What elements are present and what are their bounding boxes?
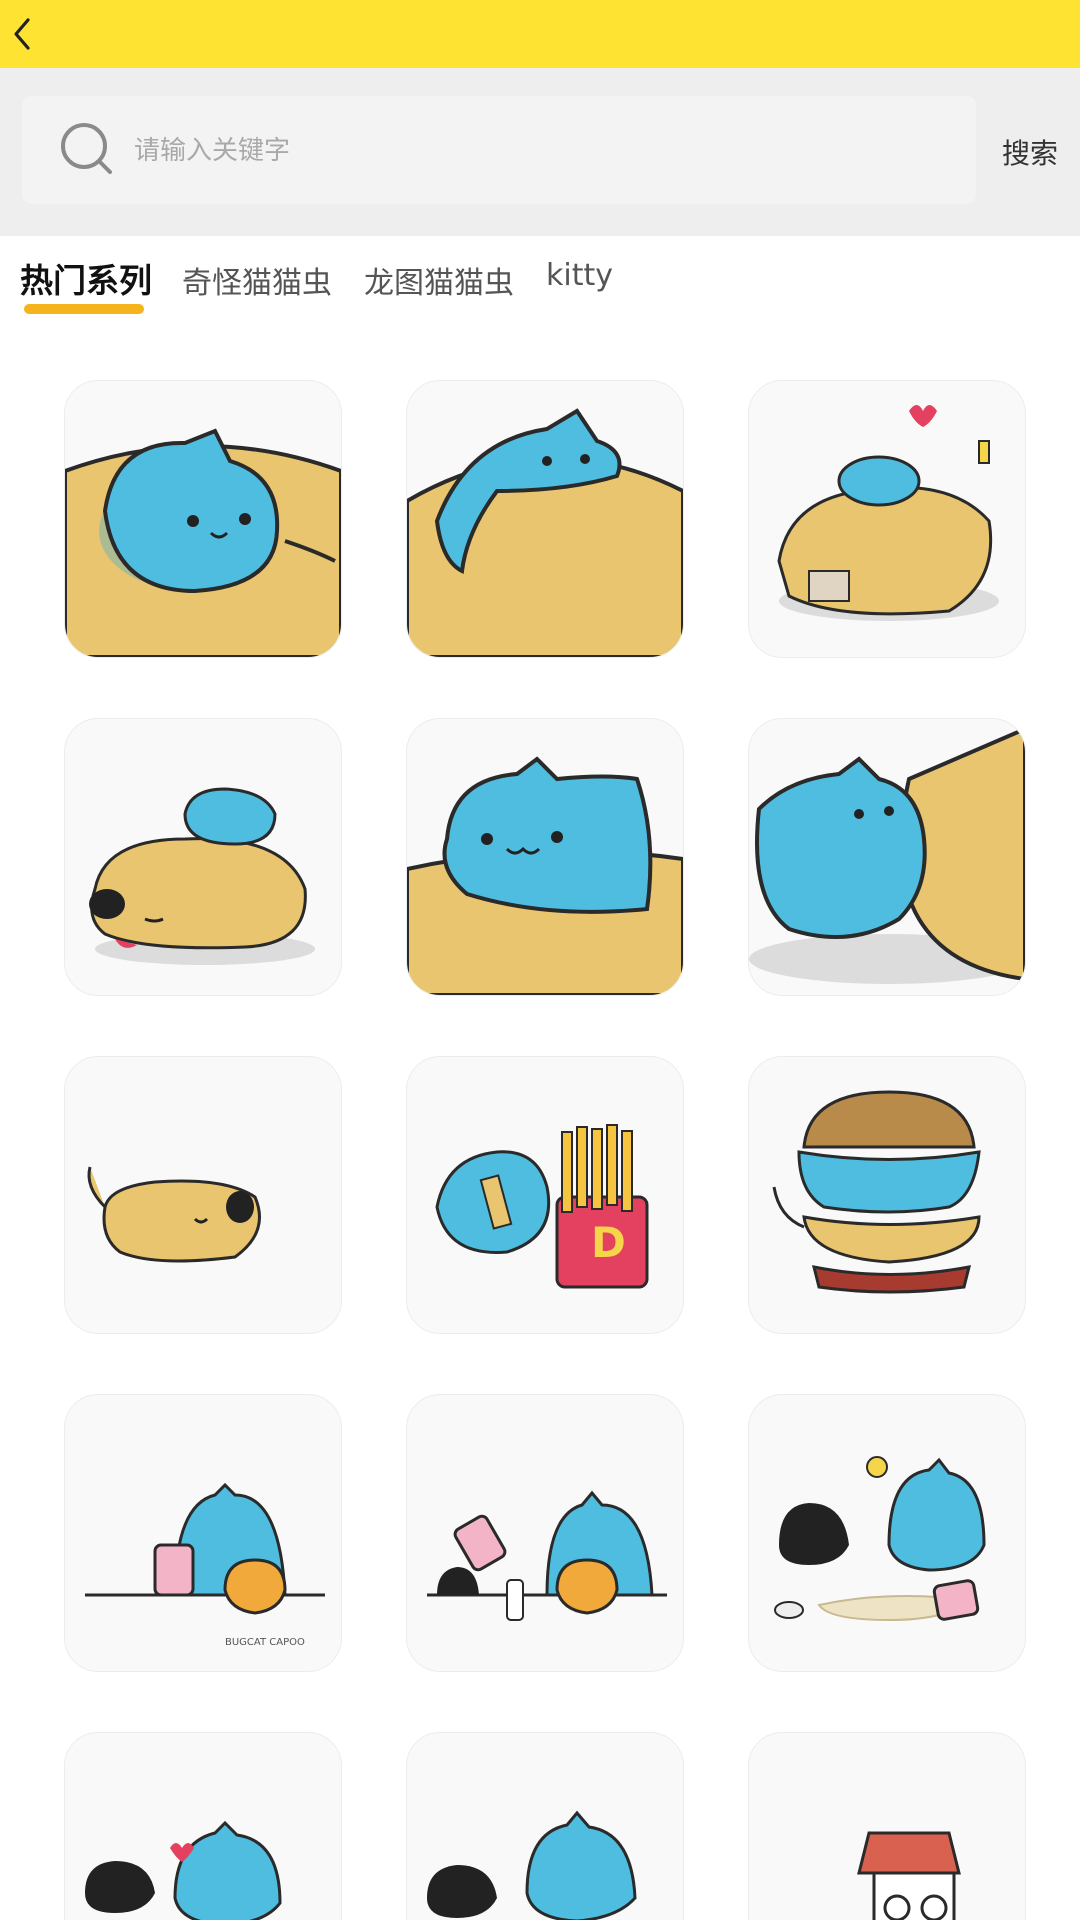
sticker-image (427, 1810, 637, 1920)
sticker-image (774, 1456, 986, 1622)
sticker-image: D (435, 1124, 649, 1289)
search-icon (61, 123, 112, 174)
tab-dragon-capoo[interactable]: 龙图猫猫虫 (364, 258, 514, 302)
sticker-item[interactable] (64, 1056, 342, 1334)
sticker-image (427, 1490, 667, 1621)
sticker-item[interactable] (406, 380, 684, 658)
sticker-image (772, 1090, 981, 1294)
top-bar (0, 0, 1080, 68)
back-button[interactable] (6, 10, 46, 56)
active-tab-indicator (24, 304, 144, 314)
series-tabs: 热门系列 奇怪猫猫虫 龙图猫猫虫 kitty (0, 236, 1080, 332)
sticker-image (87, 1166, 261, 1263)
sticker-item[interactable] (406, 1394, 684, 1672)
sticker-image (749, 726, 1025, 984)
search-button[interactable]: 搜索 (994, 68, 1066, 236)
sticker-image (407, 756, 683, 995)
sticker-item[interactable] (748, 1056, 1026, 1334)
tab-hot-series[interactable]: 热门系列 (20, 254, 152, 302)
sticker-item[interactable] (406, 718, 684, 996)
sticker-image (65, 428, 341, 657)
sticker-item[interactable] (748, 380, 1026, 658)
sticker-image (777, 405, 999, 621)
search-input[interactable] (132, 96, 956, 206)
sticker-item[interactable] (748, 718, 1026, 996)
sticker-item[interactable] (748, 1732, 1026, 1920)
sticker-item[interactable] (406, 1732, 684, 1920)
sticker-image (857, 1831, 961, 1920)
tab-kitty[interactable]: kitty (546, 258, 613, 293)
sticker-item[interactable]: BUGCAT CAPOO (64, 1394, 342, 1672)
sticker-item[interactable] (748, 1394, 1026, 1672)
svg-text:D: D (591, 1218, 626, 1267)
sticker-image (85, 1820, 282, 1920)
sticker-item[interactable] (64, 1732, 342, 1920)
sticker-item[interactable] (64, 380, 342, 658)
chevron-left-icon (14, 18, 30, 50)
sticker-grid: D BUGCAT CAPOO (0, 376, 1080, 1920)
sticker-image (89, 787, 315, 965)
tab-weird-capoo[interactable]: 奇怪猫猫虫 (182, 258, 332, 302)
sticker-item[interactable] (64, 718, 342, 996)
sticker-item[interactable]: D (406, 1056, 684, 1334)
search-bar (0, 68, 1080, 236)
search-field-container[interactable] (22, 96, 976, 206)
sticker-image (407, 408, 683, 657)
watermark-text: BUGCAT CAPOO (225, 1637, 305, 1648)
sticker-image: BUGCAT CAPOO (85, 1482, 325, 1648)
